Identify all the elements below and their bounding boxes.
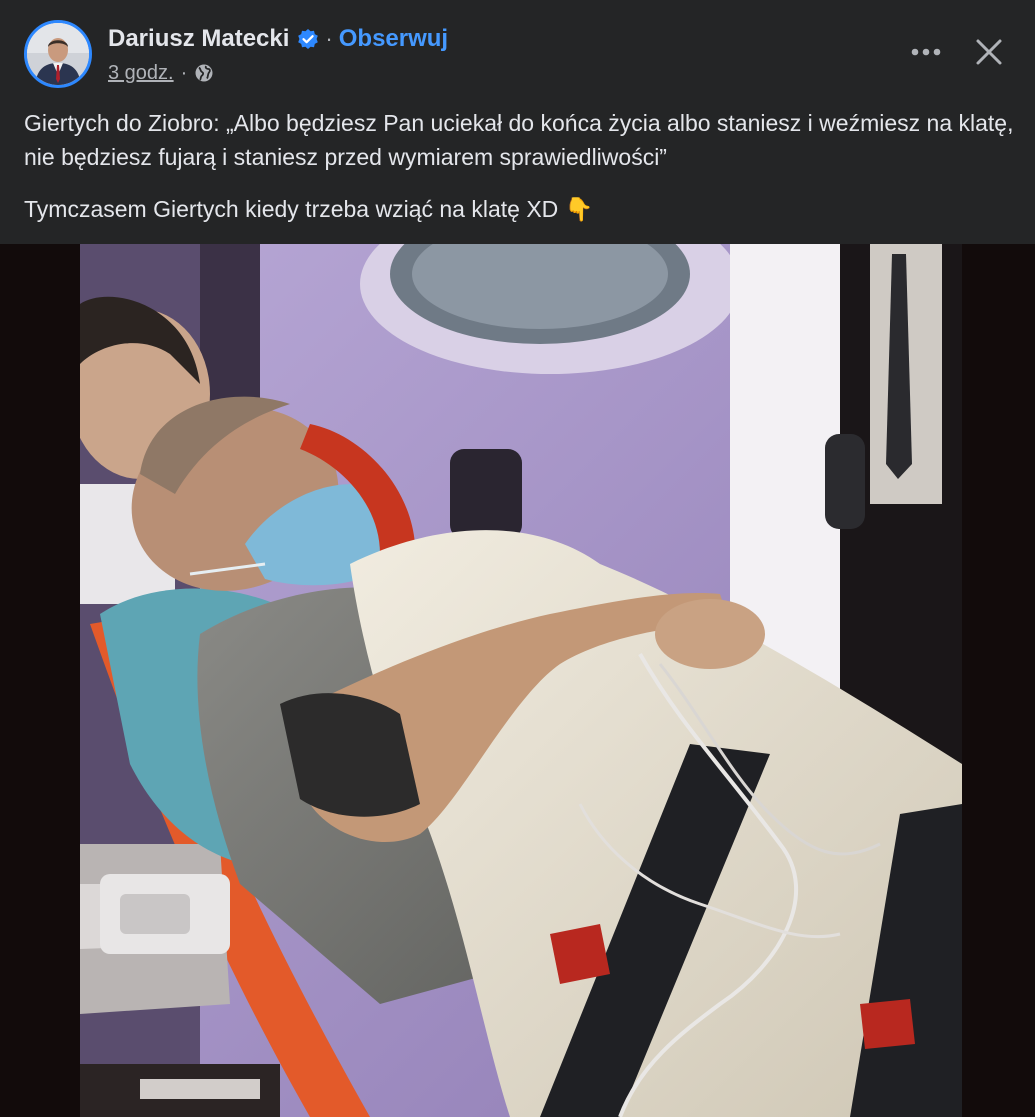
- close-icon: [976, 39, 1002, 65]
- follow-button[interactable]: Obserwuj: [339, 25, 448, 53]
- post-text-paragraph-1: Giertych do Ziobro: „Albo będziesz Pan u…: [24, 110, 1014, 170]
- post-text-paragraph-2: Tymczasem Giertych kiedy trzeba wziąć na…: [24, 196, 594, 222]
- more-horizontal-icon: [911, 48, 941, 56]
- timestamp-link[interactable]: 3 godz.: [108, 62, 174, 85]
- globe-icon[interactable]: [194, 63, 214, 83]
- author-line: Dariusz Matecki · Obserwuj: [108, 24, 448, 54]
- post-header: Dariusz Matecki · Obserwuj 3 godz. ·: [0, 0, 1035, 100]
- post-meta: 3 godz. ·: [108, 60, 214, 86]
- verified-badge-icon: [297, 28, 319, 50]
- post-message: Giertych do Ziobro: „Albo będziesz Pan u…: [24, 106, 1014, 226]
- avatar-portrait: [27, 23, 89, 85]
- post-photo-container[interactable]: [0, 244, 1035, 1117]
- separator-dot: ·: [325, 26, 333, 51]
- close-button[interactable]: [966, 29, 1012, 75]
- author-avatar[interactable]: [24, 20, 92, 88]
- facebook-post: Dariusz Matecki · Obserwuj 3 godz. · Gie…: [0, 0, 1035, 1117]
- meta-separator-dot: ·: [180, 61, 188, 84]
- author-name[interactable]: Dariusz Matecki: [108, 25, 289, 53]
- more-options-button[interactable]: [904, 30, 948, 74]
- post-photo[interactable]: [80, 244, 962, 1117]
